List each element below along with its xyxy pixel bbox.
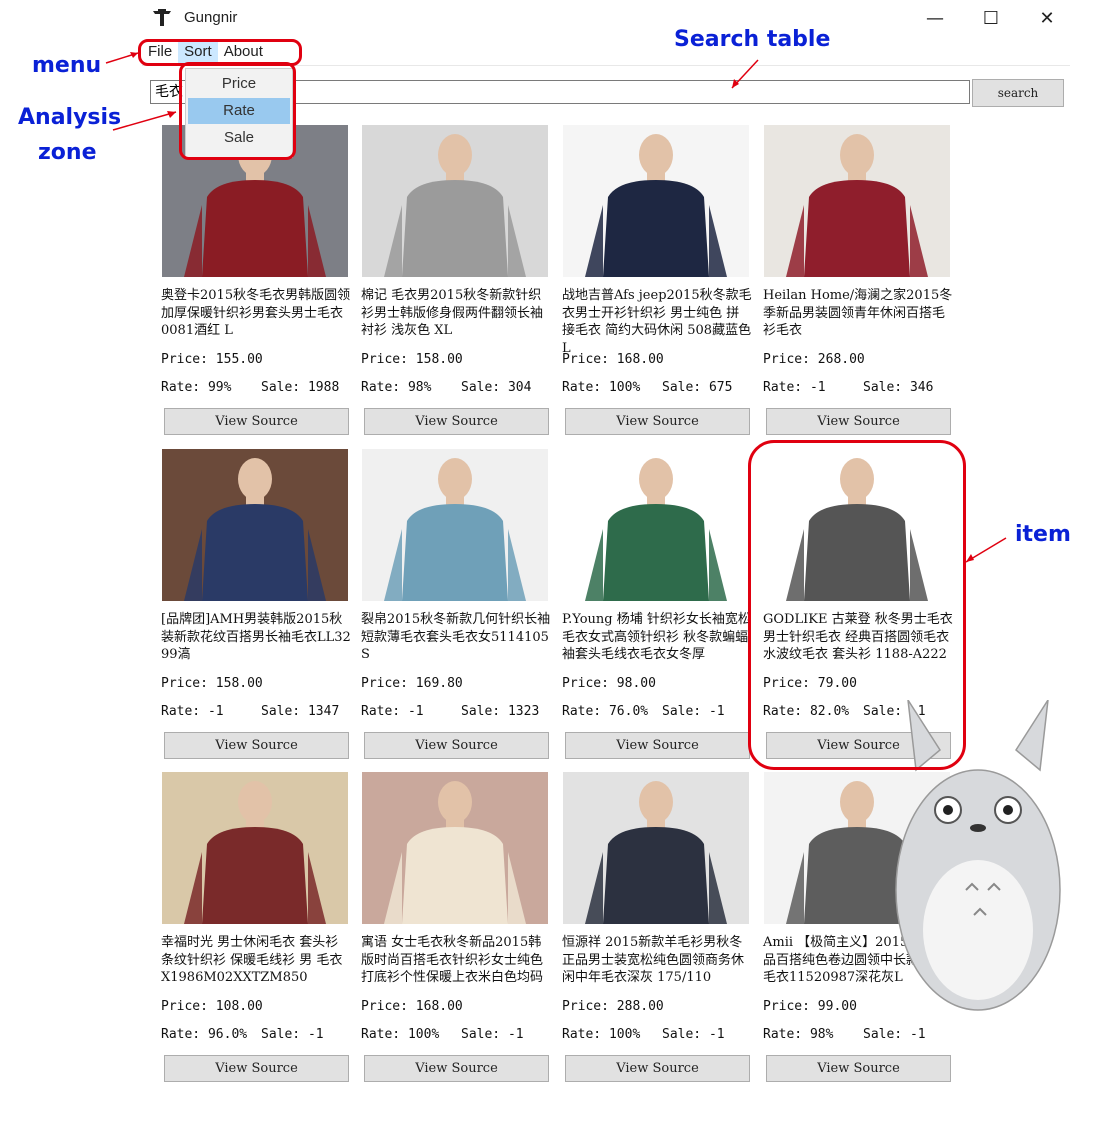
product-item: 战地吉普Afs jeep2015秋冬款毛衣男士开衫针织衫 男士纯色 拼接毛衣 简… (562, 125, 752, 445)
product-sale: Sale: 346 (863, 380, 934, 395)
product-image (563, 772, 749, 924)
product-title: 奥登卡2015秋冬毛衣男韩版圆领加厚保暖针织衫男套头男士毛衣 0081酒红 L (161, 288, 351, 338)
annotation-zone: zone (38, 140, 97, 165)
product-price: Price: 158.00 (161, 676, 263, 691)
product-item: 裂帛2015秋冬新款几何针织长袖短款薄毛衣套头毛衣女5114105S Price:… (361, 449, 551, 769)
product-item: 恒源祥 2015新款羊毛衫男秋冬 正品男士装宽松纯色圆领商务休闲中年毛衣深灰 1… (562, 772, 752, 1092)
product-price: Price: 168.00 (562, 352, 664, 367)
product-image (362, 125, 548, 277)
product-price: Price: 99.00 (763, 999, 857, 1014)
product-title: Heilan Home/海澜之家2015冬季新品男装圆领青年休闲百搭毛衫毛衣 (763, 288, 953, 338)
product-item: 棉记 毛衣男2015秋冬新款针织衫男士韩版修身假两件翻领长袖衬衫 浅灰色 XL P… (361, 125, 551, 445)
product-image (162, 449, 348, 601)
annotation-menu: menu (32, 53, 102, 78)
product-sale: Sale: -1 (662, 1027, 725, 1042)
product-title: 幸福时光 男士休闲毛衣 套头衫 条纹针织衫 保暖毛线衫 男 毛衣 X1986M0… (161, 935, 343, 985)
product-title: 寓语 女士毛衣秋冬新品2015韩版时尚百搭毛衣针织衫女士纯色打底衫个性保暖上衣米… (361, 935, 544, 985)
product-price: Price: 168.00 (361, 999, 463, 1014)
product-image (563, 449, 749, 601)
view-source-button[interactable]: View Source (164, 732, 349, 759)
product-image (362, 772, 548, 924)
product-sale: Sale: 1323 (461, 704, 540, 719)
product-rate: Rate: 98% (361, 380, 432, 395)
product-sale: Sale: 675 (662, 380, 733, 395)
product-item: 幸福时光 男士休闲毛衣 套头衫 条纹针织衫 保暖毛线衫 男 毛衣 X1986M0… (161, 772, 351, 1092)
product-rate: Rate: -1 (361, 704, 424, 719)
product-title: 棉记 毛衣男2015秋冬新款针织衫男士韩版修身假两件翻领长袖衬衫 浅灰色 XL (361, 288, 544, 338)
product-sale: Sale: -1 (863, 1027, 926, 1042)
product-sale: Sale: -1 (461, 1027, 524, 1042)
maximize-button[interactable]: ☐ (974, 6, 1008, 32)
product-rate: Rate: 98% (763, 1027, 834, 1042)
product-title: 裂帛2015秋冬新款几何针织长袖短款薄毛衣套头毛衣女5114105S (361, 612, 551, 662)
product-item: 寓语 女士毛衣秋冬新品2015韩版时尚百搭毛衣针织衫女士纯色打底衫个性保暖上衣米… (361, 772, 551, 1092)
product-rate: Rate: 96.0% (161, 1027, 248, 1042)
product-rate: Rate: -1 (161, 704, 224, 719)
product-title: P.Young 杨埔 针织衫女长袖宽松毛衣女式高领针织衫 秋冬款蝙蝠袖套头毛线衣… (562, 612, 751, 662)
product-price: Price: 155.00 (161, 352, 263, 367)
product-price: Price: 288.00 (562, 999, 664, 1014)
product-image (362, 449, 548, 601)
product-sale: Sale: 1347 (261, 704, 340, 719)
product-price: Price: 158.00 (361, 352, 463, 367)
product-sale: Sale: 1988 (261, 380, 340, 395)
close-button[interactable]: ✕ (1030, 6, 1064, 32)
view-source-button[interactable]: View Source (565, 732, 750, 759)
view-source-button[interactable]: View Source (164, 408, 349, 435)
product-item: Heilan Home/海澜之家2015冬季新品男装圆领青年休闲百搭毛衫毛衣 Pr… (763, 125, 953, 445)
view-source-button[interactable]: View Source (565, 408, 750, 435)
product-rate: Rate: -1 (763, 380, 826, 395)
annotation-item: item (1015, 522, 1071, 547)
product-image (162, 772, 348, 924)
product-title: [品牌团]AMH男装韩版2015秋装新款花纹百搭男长袖毛衣LL3299滈 (161, 612, 351, 662)
product-item: 奥登卡2015秋冬毛衣男韩版圆领加厚保暖针织衫男套头男士毛衣 0081酒红 L P… (161, 125, 351, 445)
product-price: Price: 98.00 (562, 676, 656, 691)
product-rate: Rate: 100% (562, 380, 641, 395)
search-button[interactable]: search (972, 79, 1064, 107)
product-sale: Sale: -1 (662, 704, 725, 719)
product-rate: Rate: 99% (161, 380, 232, 395)
view-source-button[interactable]: View Source (364, 732, 549, 759)
product-image (563, 125, 749, 277)
product-item: [品牌团]AMH男装韩版2015秋装新款花纹百搭男长袖毛衣LL3299滈 Pric… (161, 449, 351, 769)
view-source-button[interactable]: View Source (364, 1055, 549, 1082)
product-price: Price: 268.00 (763, 352, 865, 367)
product-sale: Sale: -1 (261, 1027, 324, 1042)
item-highlight-box (748, 440, 966, 770)
product-price: Price: 108.00 (161, 999, 263, 1014)
product-image (764, 125, 950, 277)
product-rate: Rate: 100% (562, 1027, 641, 1042)
window-title: Gungnir (184, 9, 238, 26)
annotation-analysis: Analysis (18, 105, 122, 130)
annotation-search-table: Search table (674, 27, 831, 52)
view-source-button[interactable]: View Source (766, 1055, 951, 1082)
view-source-button[interactable]: View Source (766, 408, 951, 435)
product-sale: Sale: 304 (461, 380, 532, 395)
view-source-button[interactable]: View Source (565, 1055, 750, 1082)
analysis-zone-highlight-box (179, 62, 296, 160)
product-rate: Rate: 76.0% (562, 704, 649, 719)
product-rate: Rate: 100% (361, 1027, 440, 1042)
view-source-button[interactable]: View Source (164, 1055, 349, 1082)
product-title: 战地吉普Afs jeep2015秋冬款毛衣男士开衫针织衫 男士纯色 拼接毛衣 简… (562, 288, 752, 356)
product-price: Price: 169.80 (361, 676, 463, 691)
minimize-button[interactable]: — (918, 6, 952, 32)
product-title: 恒源祥 2015新款羊毛衫男秋冬 正品男士装宽松纯色圆领商务休闲中年毛衣深灰 1… (562, 935, 745, 985)
app-logo-icon (152, 8, 172, 28)
view-source-button[interactable]: View Source (364, 408, 549, 435)
product-item: P.Young 杨埔 针织衫女长袖宽松毛衣女式高领针织衫 秋冬款蝙蝠袖套头毛线衣… (562, 449, 752, 769)
